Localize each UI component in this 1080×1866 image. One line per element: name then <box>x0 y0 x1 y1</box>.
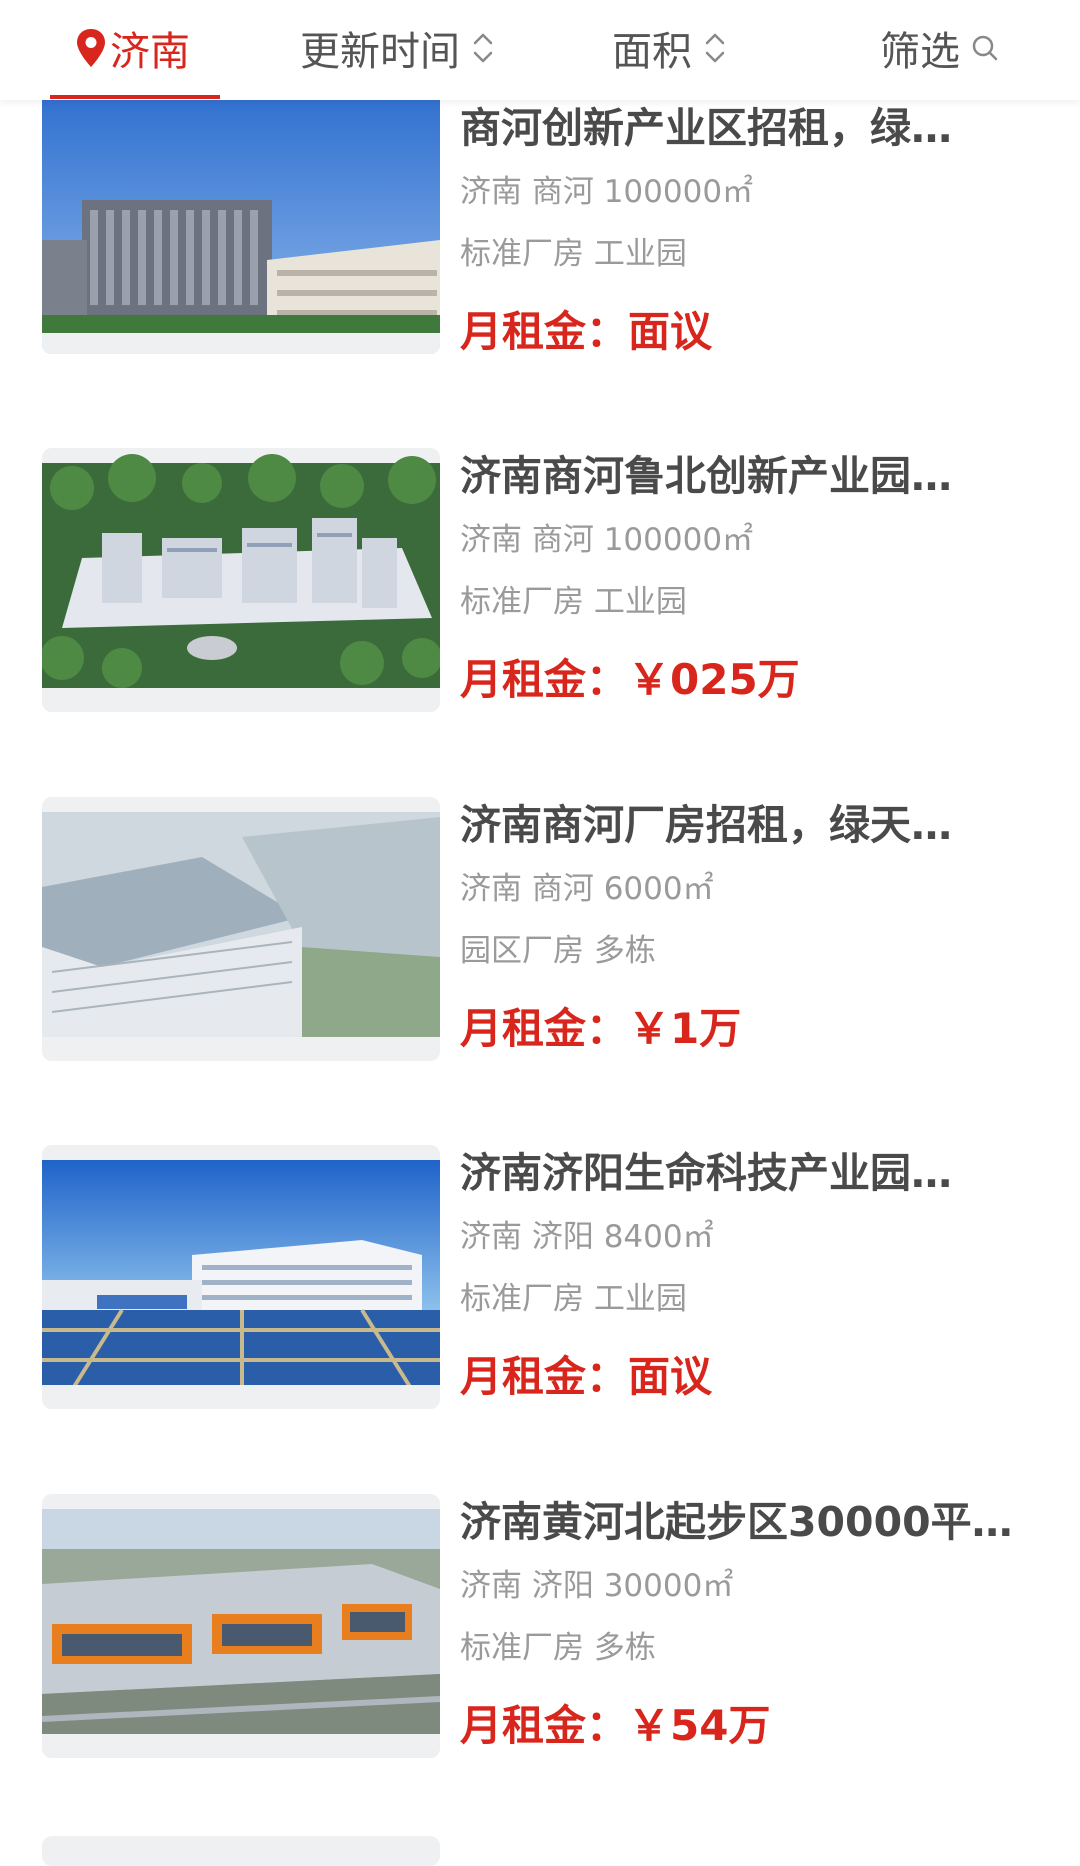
listing-thumbnail <box>42 448 440 712</box>
listing-card[interactable]: 济南黄河北起步区30000平… 济南 济阳 30000㎡ 标准厂房 多栋 月租金… <box>0 1494 1080 1794</box>
listing-tags: 标准厂房 工业园 <box>460 1281 687 1317</box>
listing-card[interactable]: 济南商河厂房招租，绿天… 济南 商河 6000㎡ 园区厂房 多栋 月租金：￥1万 <box>0 797 1080 1097</box>
listing-info: 济南商河厂房招租，绿天… 济南 商河 6000㎡ 园区厂房 多栋 月租金：￥1万 <box>460 797 1040 1057</box>
listing-card[interactable]: 济南商河鲁北创新产业园… 济南 商河 100000㎡ 标准厂房 工业园 月租金：… <box>0 448 1080 748</box>
listing-title: 济南济阳生命科技产业园… <box>460 1149 952 1197</box>
listing-tags: 标准厂房 工业园 <box>460 236 687 272</box>
filter-tab[interactable]: 筛选 <box>880 0 1000 96</box>
listing-thumbnail <box>42 1145 440 1409</box>
listing-location-area: 济南 商河 100000㎡ <box>460 174 754 210</box>
listing-price: 月租金：￥54万 <box>460 1701 771 1750</box>
listing-thumbnail <box>42 90 440 354</box>
listing-photo <box>42 1494 440 1758</box>
listing-title: 商河创新产业区招租，绿… <box>460 104 952 152</box>
listing-info: 济南黄河北起步区30000平… 济南 济阳 30000㎡ 标准厂房 多栋 月租金… <box>460 1494 1040 1754</box>
listing-thumbnail <box>42 1494 440 1758</box>
listing-price: 月租金：￥025万 <box>460 655 800 704</box>
listing-title: 济南商河厂房招租，绿天… <box>460 801 952 849</box>
listing-card[interactable]: 商河创新产业区招租，绿… 济南 商河 100000㎡ 标准厂房 工业园 月租金：… <box>0 90 1080 400</box>
listing-price: 月租金：面议 <box>460 1352 713 1401</box>
area-sort-tab[interactable]: 面积 <box>612 0 728 96</box>
listing-photo <box>42 1145 440 1409</box>
city-filter-tab[interactable]: 济南 <box>74 0 190 96</box>
listing-price: 月租金：￥1万 <box>460 1004 742 1053</box>
update-time-sort-tab[interactable]: 更新时间 <box>300 0 496 96</box>
listing-photo <box>42 797 440 1061</box>
listing-tags: 标准厂房 多栋 <box>460 1630 656 1666</box>
filter-label: 筛选 <box>880 29 960 75</box>
sort-chevrons-icon <box>473 33 493 63</box>
city-label: 济南 <box>110 29 190 75</box>
listing-title: 济南黄河北起步区30000平… <box>460 1498 1013 1546</box>
listing-thumbnail <box>42 797 440 1061</box>
listing-tags: 标准厂房 工业园 <box>460 584 687 620</box>
listing-price: 月租金：面议 <box>460 307 713 356</box>
next-listing-thumbnail <box>42 1836 440 1866</box>
active-tab-indicator <box>50 95 220 99</box>
update-time-label: 更新时间 <box>300 29 460 75</box>
listing-info: 济南商河鲁北创新产业园… 济南 商河 100000㎡ 标准厂房 工业园 月租金：… <box>460 448 1040 708</box>
listing-location-area: 济南 济阳 30000㎡ <box>460 1568 734 1604</box>
filter-bar: 济南 更新时间 面积 筛选 <box>0 0 1080 100</box>
listing-location-area: 济南 商河 100000㎡ <box>460 522 754 558</box>
listing-card[interactable]: 济南济阳生命科技产业园… 济南 济阳 8400㎡ 标准厂房 工业园 月租金：面议 <box>0 1145 1080 1445</box>
listing-location-area: 济南 商河 6000㎡ <box>460 871 714 907</box>
listing-location-area: 济南 济阳 8400㎡ <box>460 1219 714 1255</box>
search-icon <box>972 35 998 61</box>
listing-photo <box>42 448 440 712</box>
location-pin-icon <box>77 29 105 67</box>
sort-chevrons-icon <box>705 33 725 63</box>
listing-tags: 园区厂房 多栋 <box>460 933 656 969</box>
listing-title: 济南商河鲁北创新产业园… <box>460 452 952 500</box>
listing-info: 商河创新产业区招租，绿… 济南 商河 100000㎡ 标准厂房 工业园 月租金：… <box>460 100 1040 360</box>
area-label: 面积 <box>612 29 692 75</box>
listing-info: 济南济阳生命科技产业园… 济南 济阳 8400㎡ 标准厂房 工业园 月租金：面议 <box>460 1145 1040 1405</box>
listing-photo <box>42 90 440 354</box>
